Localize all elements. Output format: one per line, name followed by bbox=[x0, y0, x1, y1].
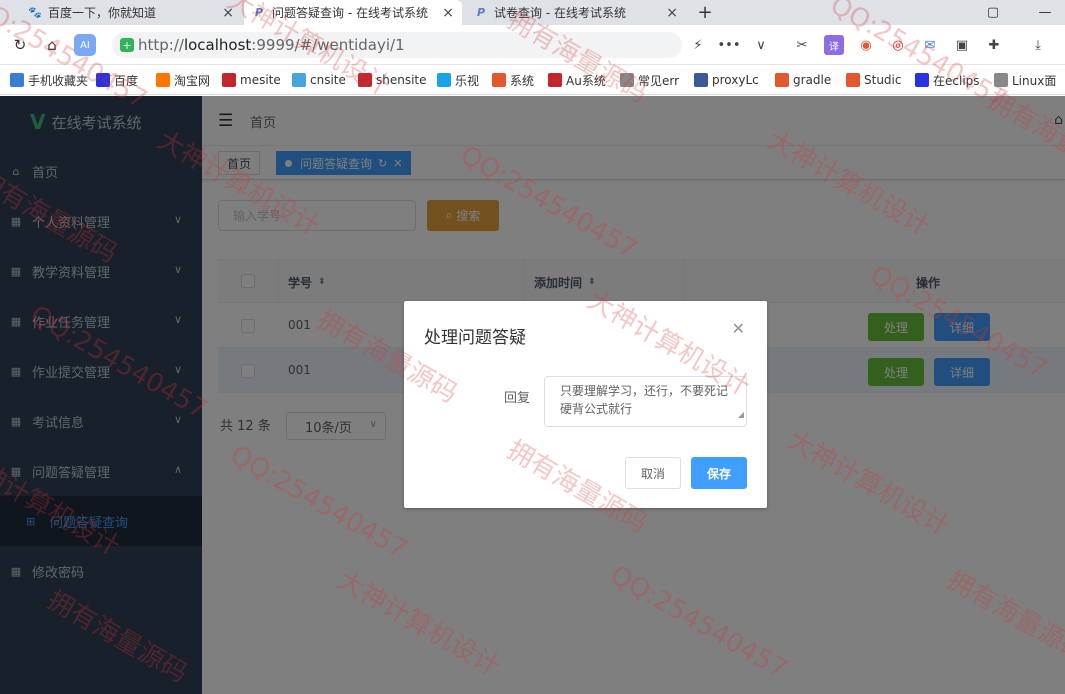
bookmark-label: 乐视 bbox=[455, 73, 480, 88]
reload-icon[interactable]: ↻ bbox=[9, 34, 31, 56]
close-icon[interactable]: ✕ bbox=[732, 319, 745, 338]
bookmark-item[interactable]: 淘宝网 bbox=[156, 71, 218, 89]
bookmark-item[interactable]: 常见err bbox=[620, 71, 688, 89]
bookmark-item[interactable]: 百度 bbox=[96, 71, 152, 89]
close-icon[interactable]: × bbox=[442, 5, 454, 21]
bookmark-favicon-icon bbox=[96, 73, 110, 87]
reply-label: 回复 bbox=[504, 391, 531, 406]
book-icon[interactable]: ▣ bbox=[952, 35, 972, 55]
bookmark-favicon-icon bbox=[10, 73, 24, 87]
bookmark-favicon-icon bbox=[492, 73, 506, 87]
bookmark-item[interactable]: 系统 bbox=[492, 71, 542, 89]
translate-icon[interactable]: 译 bbox=[824, 35, 844, 55]
reply-dialog: 处理问题答疑 ✕ 回复 只要理解学习，还行，不要死记硬背公式就行 ◢ 取消 保存 bbox=[404, 301, 767, 508]
bookmark-favicon-icon bbox=[156, 73, 170, 87]
bookmark-favicon-icon bbox=[292, 73, 306, 87]
bookmark-item[interactable]: cnsite bbox=[292, 71, 352, 89]
minimize-icon[interactable]: — bbox=[1030, 0, 1060, 25]
ai-icon[interactable]: AI bbox=[74, 34, 96, 56]
bookmark-item[interactable]: shensite bbox=[358, 71, 430, 89]
bookmark-label: 百度 bbox=[114, 73, 139, 88]
bookmarks-bar: 手机收藏夹 百度 淘宝网 mesite cnsite shensite 乐视 系统 Au系统 常见… bbox=[0, 65, 1065, 95]
bookmark-favicon-icon bbox=[846, 73, 860, 87]
browser-tab-baidu[interactable]: 🐾 百度一下，你就知道 × bbox=[20, 0, 242, 25]
bookmark-item[interactable]: gradle bbox=[775, 71, 839, 89]
bookmark-favicon-icon bbox=[994, 73, 1008, 87]
save-button[interactable]: 保存 bbox=[691, 457, 747, 489]
address-bar: ↻ ⌂ AI + http://localhost:9999/#/wentida… bbox=[0, 25, 1065, 65]
cancel-button[interactable]: 取消 bbox=[625, 457, 681, 489]
bookmark-favicon-icon bbox=[548, 73, 562, 87]
bookmark-label: 在eclips bbox=[933, 73, 980, 88]
bookmark-label: mesite bbox=[240, 73, 281, 87]
more-icon[interactable]: ••• bbox=[718, 35, 741, 55]
bookmark-favicon-icon bbox=[775, 73, 789, 87]
bookmark-label: Linux面 bbox=[1012, 73, 1057, 88]
bookmark-item[interactable]: Au系统 bbox=[548, 71, 614, 89]
p-logo-icon: P bbox=[254, 6, 264, 19]
bookmark-label: 系统 bbox=[510, 73, 535, 88]
bookmark-label: Au系统 bbox=[566, 73, 606, 88]
bookmark-favicon-icon bbox=[358, 73, 372, 87]
scissors-icon[interactable]: ✂ bbox=[792, 35, 812, 55]
bookmark-item[interactable]: Linux面 bbox=[994, 71, 1060, 89]
download-icon[interactable]: ⤓ bbox=[1028, 35, 1048, 55]
bookmark-item[interactable]: 乐视 bbox=[437, 71, 487, 89]
weibo-icon[interactable]: ◎ bbox=[888, 35, 908, 55]
bookmark-label: shensite bbox=[376, 73, 427, 87]
shield-icon: + bbox=[120, 38, 134, 52]
browser-tab-bar: 🐾 百度一下，你就知道 × P 问题答疑查询 - 在线考试系统 × P 试卷查询… bbox=[0, 0, 1065, 25]
bookmark-label: cnsite bbox=[310, 73, 346, 87]
tab-label: 试卷查询 - 在线考试系统 bbox=[494, 6, 626, 20]
baidu-icon: 🐾 bbox=[28, 6, 42, 19]
browser-tab-wentidayi[interactable]: P 问题答疑查询 - 在线考试系统 × bbox=[244, 0, 462, 25]
close-icon[interactable]: × bbox=[666, 5, 678, 21]
browser-tab-shijuan[interactable]: P 试卷查询 - 在线考试系统 × bbox=[466, 0, 686, 25]
bookmark-favicon-icon bbox=[437, 73, 451, 87]
bookmark-item[interactable]: proxyLc bbox=[694, 71, 768, 89]
home-icon[interactable]: ⌂ bbox=[41, 34, 63, 56]
bookmark-label: gradle bbox=[793, 73, 832, 87]
close-icon[interactable]: × bbox=[222, 5, 234, 21]
game-icon[interactable]: ◉ bbox=[856, 35, 876, 55]
bookmark-item[interactable]: 在eclips bbox=[915, 71, 987, 89]
p-logo-icon: P bbox=[476, 6, 486, 19]
mail-icon[interactable]: ✉ bbox=[920, 35, 940, 55]
bookmark-item[interactable]: 手机收藏夹 bbox=[10, 71, 92, 89]
bookmark-label: 常见err bbox=[638, 73, 680, 88]
resize-handle-icon[interactable]: ◢ bbox=[738, 406, 744, 424]
lightning-icon[interactable]: ⚡ bbox=[688, 35, 708, 55]
bookmark-label: 手机收藏夹 bbox=[28, 73, 89, 88]
bookmark-favicon-icon bbox=[694, 73, 708, 87]
tab-label: 问题答疑查询 - 在线考试系统 bbox=[272, 6, 428, 20]
dialog-title: 处理问题答疑 bbox=[424, 328, 526, 348]
url-text: http://localhost:9999/#/wentidayi/1 bbox=[138, 36, 405, 54]
bookmark-favicon-icon bbox=[222, 73, 236, 87]
bookmark-label: 淘宝网 bbox=[174, 73, 211, 88]
chevron-down-icon[interactable]: ∨ bbox=[751, 35, 771, 55]
bookmark-item[interactable]: mesite bbox=[222, 71, 286, 89]
bookmark-item[interactable]: Studic bbox=[846, 71, 908, 89]
bookmark-label: Studic bbox=[864, 73, 902, 87]
extension-icon[interactable]: ▢ bbox=[978, 0, 1008, 25]
new-tab-button[interactable]: + bbox=[695, 0, 715, 25]
bookmark-favicon-icon bbox=[620, 73, 634, 87]
reply-textarea[interactable]: 只要理解学习，还行，不要死记硬背公式就行 ◢ bbox=[544, 376, 747, 427]
reply-text: 只要理解学习，还行，不要死记硬背公式就行 bbox=[560, 384, 729, 416]
bookmark-label: proxyLc bbox=[712, 73, 759, 87]
url-field[interactable]: + http://localhost:9999/#/wentidayi/1 bbox=[112, 32, 682, 58]
tab-label: 百度一下，你就知道 bbox=[48, 6, 157, 20]
puzzle-icon[interactable]: ✚ bbox=[984, 35, 1004, 55]
bookmark-favicon-icon bbox=[915, 73, 929, 87]
